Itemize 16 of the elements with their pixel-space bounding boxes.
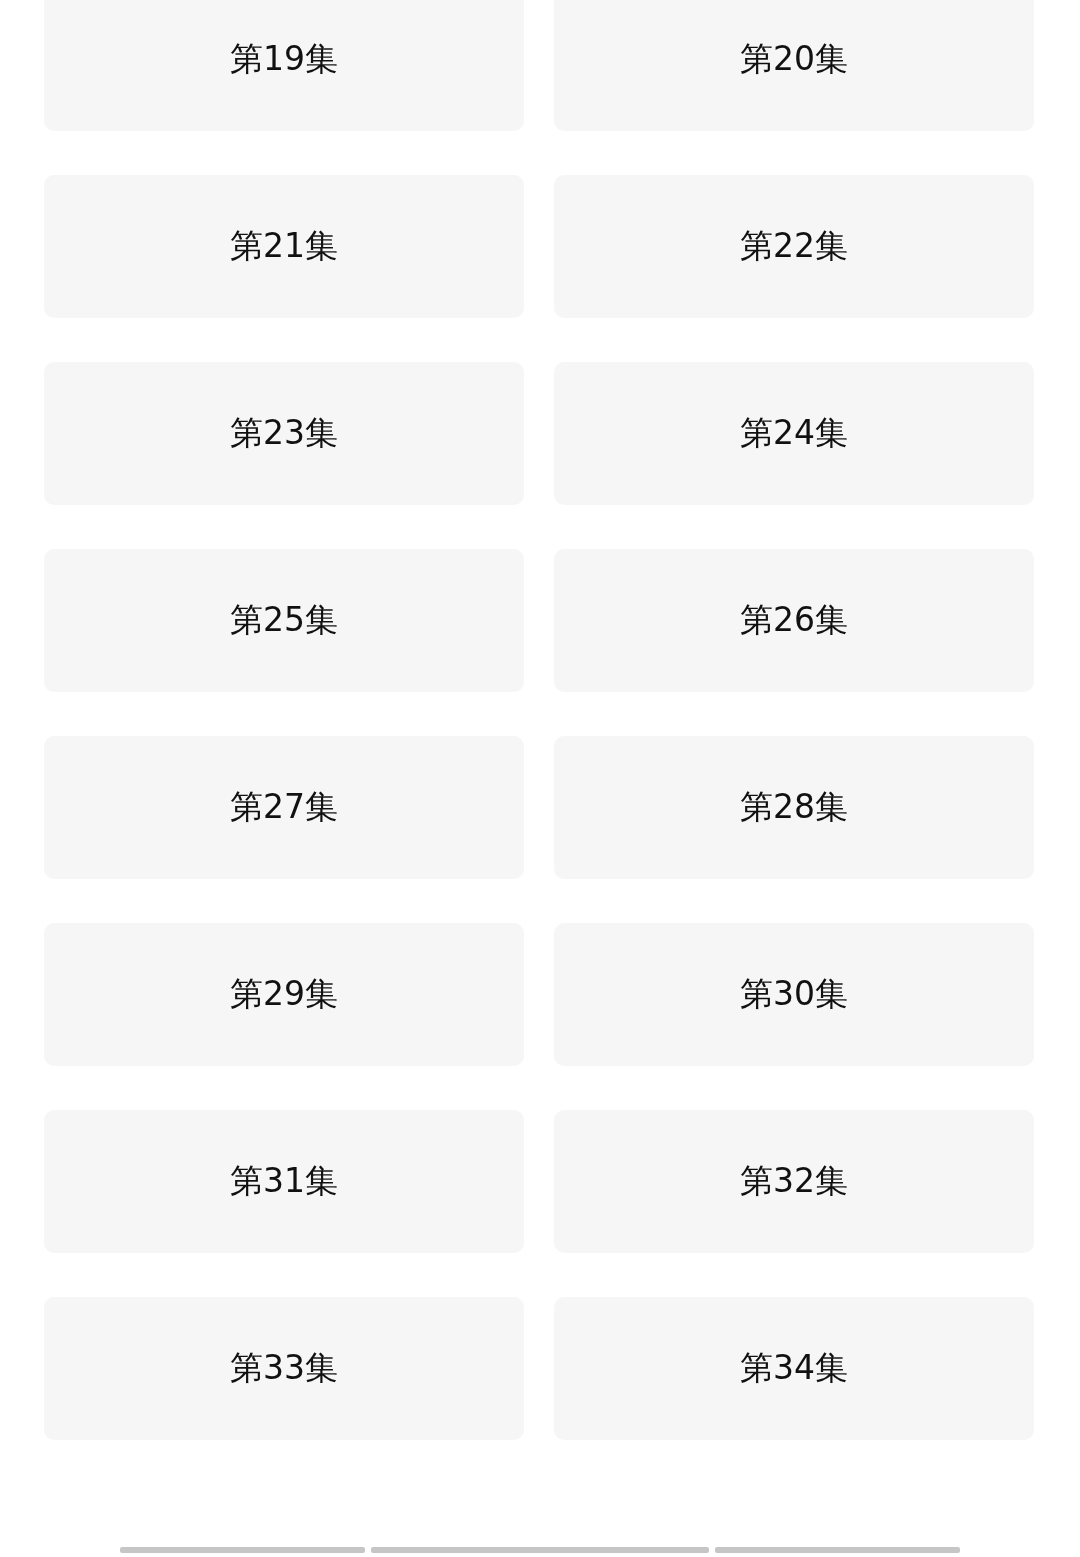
episode-button[interactable]: 第29集	[44, 923, 524, 1066]
episode-button[interactable]: 第27集	[44, 736, 524, 879]
episode-button[interactable]: 第24集	[554, 362, 1034, 505]
episode-button[interactable]: 第26集	[554, 549, 1034, 692]
episode-button[interactable]: 第33集	[44, 1297, 524, 1440]
episode-button[interactable]: 第25集	[44, 549, 524, 692]
episode-button[interactable]: 第30集	[554, 923, 1034, 1066]
episode-button[interactable]: 第19集	[44, 0, 524, 131]
episode-button[interactable]: 第22集	[554, 175, 1034, 318]
episode-button[interactable]: 第20集	[554, 0, 1034, 131]
episode-button[interactable]: 第23集	[44, 362, 524, 505]
episode-button[interactable]: 第31集	[44, 1110, 524, 1253]
episode-button[interactable]: 第34集	[554, 1297, 1034, 1440]
episode-button[interactable]: 第21集	[44, 175, 524, 318]
episode-button[interactable]: 第28集	[554, 736, 1034, 879]
episode-button[interactable]: 第32集	[554, 1110, 1034, 1253]
